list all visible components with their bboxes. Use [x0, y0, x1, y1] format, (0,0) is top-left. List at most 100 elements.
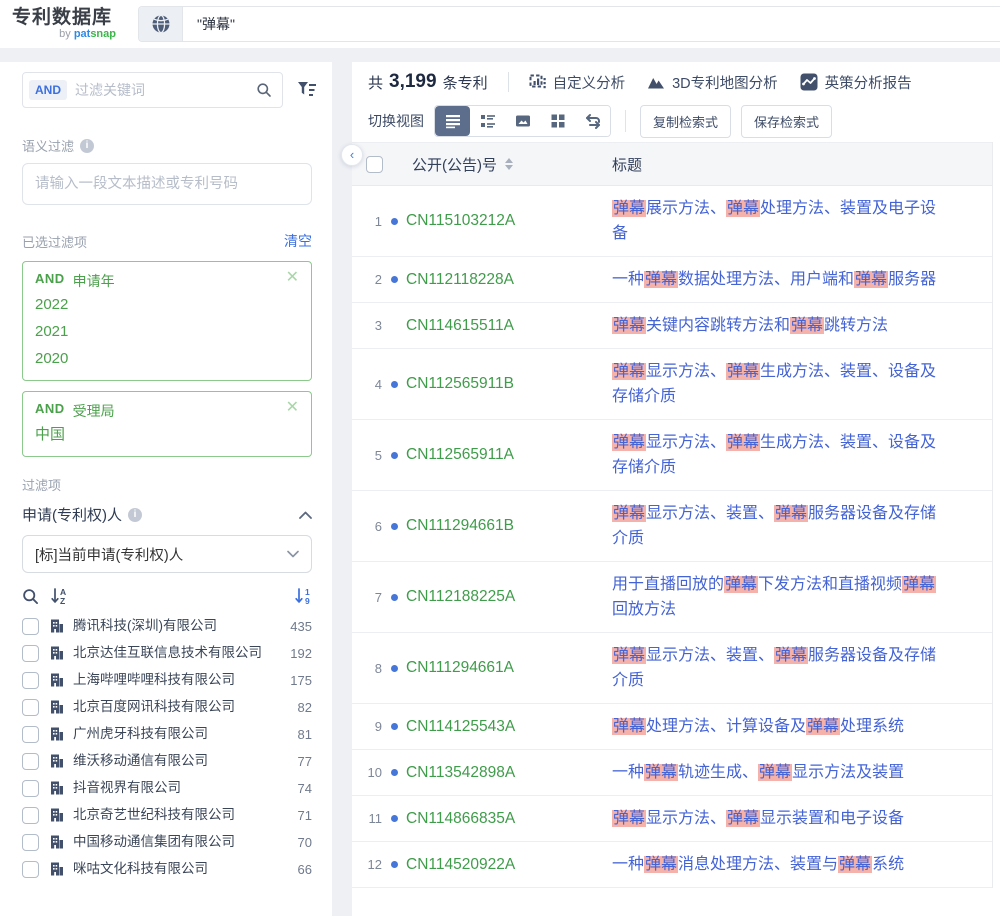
3d-map-analysis-button[interactable]: 3D专利地图分析	[647, 72, 778, 93]
sort-toggle-icon[interactable]	[505, 158, 513, 170]
applicant-checkbox[interactable]	[22, 780, 39, 797]
advanced-filter-button[interactable]	[297, 81, 317, 99]
filter-values: 中国	[35, 421, 299, 448]
applicant-list-item[interactable]: 上海哔哩哔哩科技有限公司 175	[22, 667, 312, 694]
patent-number-link[interactable]: CN112188225A	[406, 588, 612, 606]
search-icon[interactable]	[22, 588, 39, 605]
table-row[interactable]: 2 CN112118228A 一种弹幕数据处理方法、用户端和弹幕服务器	[352, 257, 992, 303]
save-query-button[interactable]: 保存检索式	[741, 105, 832, 138]
table-row[interactable]: 7 CN112188225A 用于直播回放的弹幕下发方法和直播视频弹幕回放方法	[352, 562, 992, 633]
info-icon[interactable]: i	[128, 508, 142, 522]
patent-number-link[interactable]: CN114615511A	[406, 317, 612, 335]
applicant-checkbox[interactable]	[22, 726, 39, 743]
search-icon[interactable]	[256, 82, 272, 98]
applicant-list-item[interactable]: 北京达佳互联信息技术有限公司 192	[22, 640, 312, 667]
applicant-section-header: 申请(专利权)人 i	[22, 504, 312, 525]
patent-title-link[interactable]: 弹幕显示方法、装置、弹幕服务器设备及存储介质	[612, 501, 946, 551]
table-row[interactable]: 10 CN113542898A 一种弹幕轨迹生成、弹幕显示方法及装置	[352, 750, 992, 796]
applicant-list-item[interactable]: 咪咕文化科技有限公司 66	[22, 856, 312, 883]
main-search-bar[interactable]: "弹幕"	[138, 6, 1000, 42]
company-name: 上海哔哩哔哩科技有限公司	[73, 671, 290, 689]
patent-title-link[interactable]: 一种弹幕轨迹生成、弹幕显示方法及装置	[612, 760, 946, 785]
applicant-checkbox[interactable]	[22, 861, 39, 878]
table-row[interactable]: 3 CN114615511A 弹幕关键内容跳转方法和弹幕跳转方法	[352, 303, 992, 349]
patent-title-link[interactable]: 弹幕显示方法、装置、弹幕服务器设备及存储介质	[612, 643, 946, 693]
image-view-button[interactable]	[505, 106, 540, 136]
patent-title-link[interactable]: 弹幕显示方法、弹幕生成方法、装置、设备及存储介质	[612, 430, 946, 480]
applicant-checkbox[interactable]	[22, 699, 39, 716]
table-row[interactable]: 4 CN112565911B 弹幕显示方法、弹幕生成方法、装置、设备及存储介质	[352, 349, 992, 420]
patent-title-link[interactable]: 弹幕处理方法、计算设备及弹幕处理系统	[612, 714, 946, 739]
applicant-list-item[interactable]: 维沃移动通信有限公司 77	[22, 748, 312, 775]
row-index: 1	[360, 214, 382, 229]
filter-value: 2021	[35, 318, 299, 345]
title-text: 展示方法、	[646, 200, 726, 217]
title-text: 显示方法、	[646, 434, 726, 451]
applicant-list-item[interactable]: 腾讯科技(深圳)有限公司 435	[22, 613, 312, 640]
table-row[interactable]: 5 CN112565911A 弹幕显示方法、弹幕生成方法、装置、设备及存储介质	[352, 420, 992, 491]
sidebar-collapse-button[interactable]: ‹	[341, 144, 363, 166]
patent-number-link[interactable]: CN112565911A	[406, 446, 612, 464]
detail-list-view-button[interactable]	[470, 106, 505, 136]
table-row[interactable]: 1 CN115103212A 弹幕展示方法、弹幕处理方法、装置及电子设备	[352, 186, 992, 257]
patent-number-link[interactable]: CN114125543A	[406, 718, 612, 736]
applicant-list-item[interactable]: 广州虎牙科技有限公司 81	[22, 721, 312, 748]
applicant-checkbox[interactable]	[22, 807, 39, 824]
list-view-button[interactable]	[435, 106, 470, 136]
applicant-list-item[interactable]: 中国移动通信集团有限公司 70	[22, 829, 312, 856]
patent-title-link[interactable]: 弹幕显示方法、弹幕显示装置和电子设备	[612, 806, 946, 831]
result-count: 3,199	[389, 71, 437, 93]
copy-query-button[interactable]: 复制检索式	[640, 105, 731, 138]
search-scope-button[interactable]	[139, 7, 183, 41]
applicant-checkbox[interactable]	[22, 753, 39, 770]
remove-filter-icon[interactable]: ✕	[286, 401, 299, 415]
keyword-filter-input[interactable]	[75, 82, 256, 98]
grid-view-button[interactable]	[540, 106, 575, 136]
patent-title-link[interactable]: 一种弹幕消息处理方法、装置与弹幕系统	[612, 852, 946, 877]
applicant-list-item[interactable]: 抖音视界有限公司 74	[22, 775, 312, 802]
clear-filters-link[interactable]: 清空	[284, 231, 312, 251]
patent-title-link[interactable]: 一种弹幕数据处理方法、用户端和弹幕服务器	[612, 267, 946, 292]
operator-pill[interactable]: AND	[29, 80, 67, 100]
applicant-type-dropdown[interactable]: [标]当前申请(专利权)人	[22, 535, 312, 573]
company-name: 广州虎牙科技有限公司	[73, 725, 298, 743]
applicant-checkbox[interactable]	[22, 672, 39, 689]
applicant-checkbox[interactable]	[22, 834, 39, 851]
patent-number-link[interactable]: CN111294661B	[406, 517, 612, 535]
remove-filter-icon[interactable]: ✕	[286, 271, 299, 285]
sort-numeric-icon[interactable]: 1 9	[295, 587, 312, 605]
patent-title-link[interactable]: 弹幕关键内容跳转方法和弹幕跳转方法	[612, 313, 946, 338]
scroll-view-button[interactable]	[575, 106, 610, 136]
patent-number-link[interactable]: CN115103212A	[406, 212, 612, 230]
sort-alpha-icon[interactable]: A Z	[51, 587, 68, 605]
table-row[interactable]: 6 CN111294661B 弹幕显示方法、装置、弹幕服务器设备及存储介质	[352, 491, 992, 562]
custom-analysis-button[interactable]: 自定义分析	[529, 72, 626, 93]
patent-number-link[interactable]: CN114520922A	[406, 856, 612, 874]
semantic-filter-input[interactable]	[22, 163, 312, 205]
table-row[interactable]: 8 CN111294661A 弹幕显示方法、装置、弹幕服务器设备及存储介质	[352, 633, 992, 704]
applicant-list-item[interactable]: 北京奇艺世纪科技有限公司 71	[22, 802, 312, 829]
patent-title-link[interactable]: 弹幕展示方法、弹幕处理方法、装置及电子设备	[612, 196, 946, 246]
report-analysis-button[interactable]: 英策分析报告	[800, 72, 912, 93]
patent-title-link[interactable]: 弹幕显示方法、弹幕生成方法、装置、设备及存储介质	[612, 359, 946, 409]
applicant-checkbox[interactable]	[22, 618, 39, 635]
patent-number-link[interactable]: CN112565911B	[406, 375, 612, 393]
search-query[interactable]: "弹幕"	[183, 7, 235, 41]
row-index: 8	[360, 661, 382, 676]
applicant-checkbox[interactable]	[22, 645, 39, 662]
info-icon[interactable]: i	[80, 139, 94, 153]
patent-number-link[interactable]: CN111294661A	[406, 659, 612, 677]
selected-filter-card: AND 受理局 ✕ 中国	[22, 391, 312, 457]
table-row[interactable]: 11 CN114866835A 弹幕显示方法、弹幕显示装置和电子设备	[352, 796, 992, 842]
select-all-checkbox[interactable]	[366, 156, 383, 173]
patent-title-link[interactable]: 用于直播回放的弹幕下发方法和直播视频弹幕回放方法	[612, 572, 946, 622]
patent-number-link[interactable]: CN114866835A	[406, 810, 612, 828]
applicant-list-item[interactable]: 北京百度网讯科技有限公司 82	[22, 694, 312, 721]
company-patent-count: 82	[298, 699, 312, 717]
patent-number-link[interactable]: CN112118228A	[406, 271, 612, 289]
result-count-row: 共 3,199 条专利 自定义分析	[352, 64, 1000, 100]
table-row[interactable]: 9 CN114125543A 弹幕处理方法、计算设备及弹幕处理系统	[352, 704, 992, 750]
table-row[interactable]: 12 CN114520922A 一种弹幕消息处理方法、装置与弹幕系统	[352, 842, 992, 888]
patent-number-link[interactable]: CN113542898A	[406, 764, 612, 782]
chevron-up-icon[interactable]	[299, 511, 312, 519]
